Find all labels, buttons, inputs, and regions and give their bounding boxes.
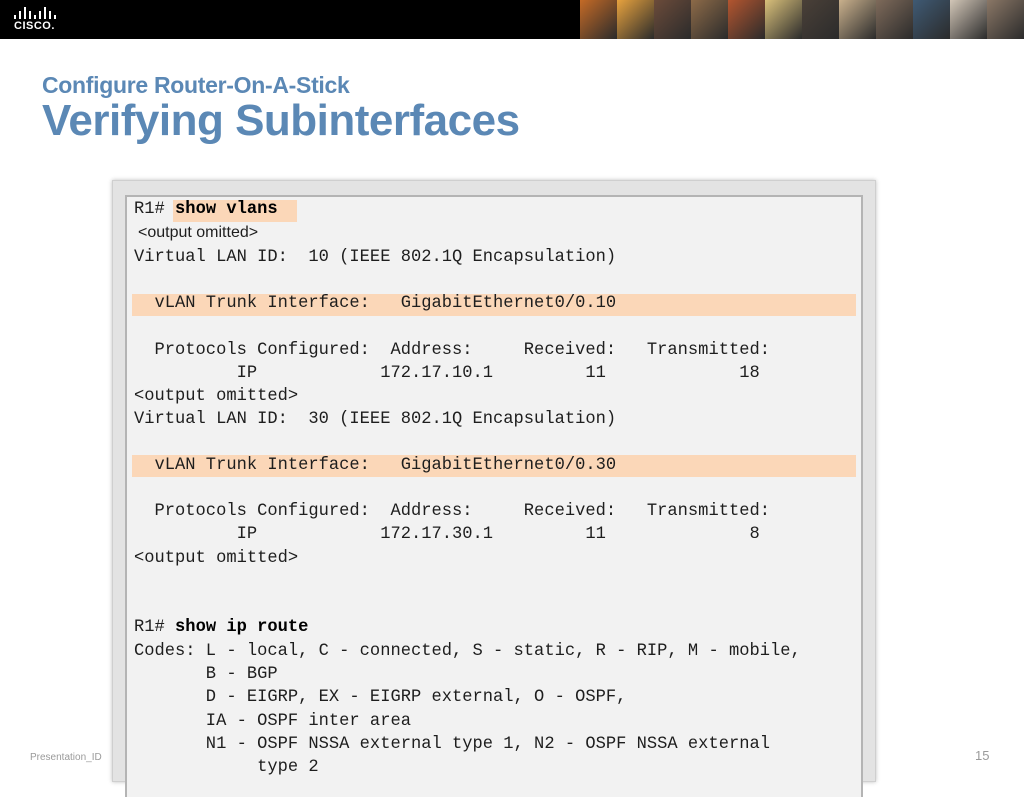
route-codes-line: B - BGP (134, 665, 278, 684)
cisco-logo: CISCO. (14, 7, 74, 35)
route-codes-line: type 2 (134, 758, 319, 777)
header-photo-tile (987, 0, 1024, 39)
cisco-bridge-icon (14, 7, 58, 19)
header-photo-tile (654, 0, 691, 39)
route-codes-line: N1 - OSPF NSSA external type 1, N2 - OSP… (134, 735, 770, 754)
output-omitted-line: <output omitted> (134, 549, 299, 568)
slide-title: Verifying Subinterfaces (42, 96, 520, 145)
route-codes-line: D - EIGRP, EX - EIGRP external, O - OSPF… (134, 688, 627, 707)
header-photo-strip (580, 0, 1024, 39)
header-photo-tile (950, 0, 987, 39)
header-photo-tile (765, 0, 802, 39)
vlan10-header-line: Virtual LAN ID: 10 (IEEE 802.1Q Encapsul… (134, 248, 617, 267)
header-photo-tile (839, 0, 876, 39)
vlan30-trunk-line: vLAN Trunk Interface: GigabitEthernet0/0… (134, 456, 617, 475)
cli-command: show vlans (175, 200, 278, 219)
header-photo-tile (580, 0, 617, 39)
cli-prompt: R1# (134, 200, 176, 219)
cli-prompt: R1# (134, 618, 176, 637)
cisco-logo-text: CISCO. (14, 20, 55, 32)
command-line-show-ip-route: R1# show ip route (134, 617, 308, 639)
command-line-show-vlans: R1# show vlans (134, 199, 278, 221)
cisco-header-bar: CISCO. (0, 0, 1024, 39)
output-omitted-note: <output omitted> (138, 224, 259, 241)
vlan30-protocols-header: Protocols Configured: Address: Received:… (134, 502, 770, 521)
vlan10-protocols-header: Protocols Configured: Address: Received:… (134, 341, 770, 360)
output-omitted-line: <output omitted> (134, 387, 299, 406)
header-photo-tile (728, 0, 765, 39)
presentation-id: Presentation_ID (30, 752, 102, 763)
page-number: 15 (975, 748, 990, 763)
route-codes-line: IA - OSPF inter area (134, 712, 411, 731)
vlan30-header-line: Virtual LAN ID: 30 (IEEE 802.1Q Encapsul… (134, 410, 617, 429)
header-photo-tile (913, 0, 950, 39)
header-photo-tile (691, 0, 728, 39)
route-codes-line: Codes: L - local, C - connected, S - sta… (134, 642, 801, 661)
slide-subtitle: Configure Router-On-A-Stick (42, 72, 350, 98)
header-photo-tile (876, 0, 913, 39)
cli-command: show ip route (175, 618, 309, 637)
header-photo-tile (617, 0, 654, 39)
vlan10-protocols-row: IP 172.17.10.1 11 18 (134, 364, 760, 383)
header-photo-tile (802, 0, 839, 39)
vlan30-protocols-row: IP 172.17.30.1 11 8 (134, 525, 760, 544)
vlan10-trunk-line: vLAN Trunk Interface: GigabitEthernet0/0… (134, 294, 617, 313)
